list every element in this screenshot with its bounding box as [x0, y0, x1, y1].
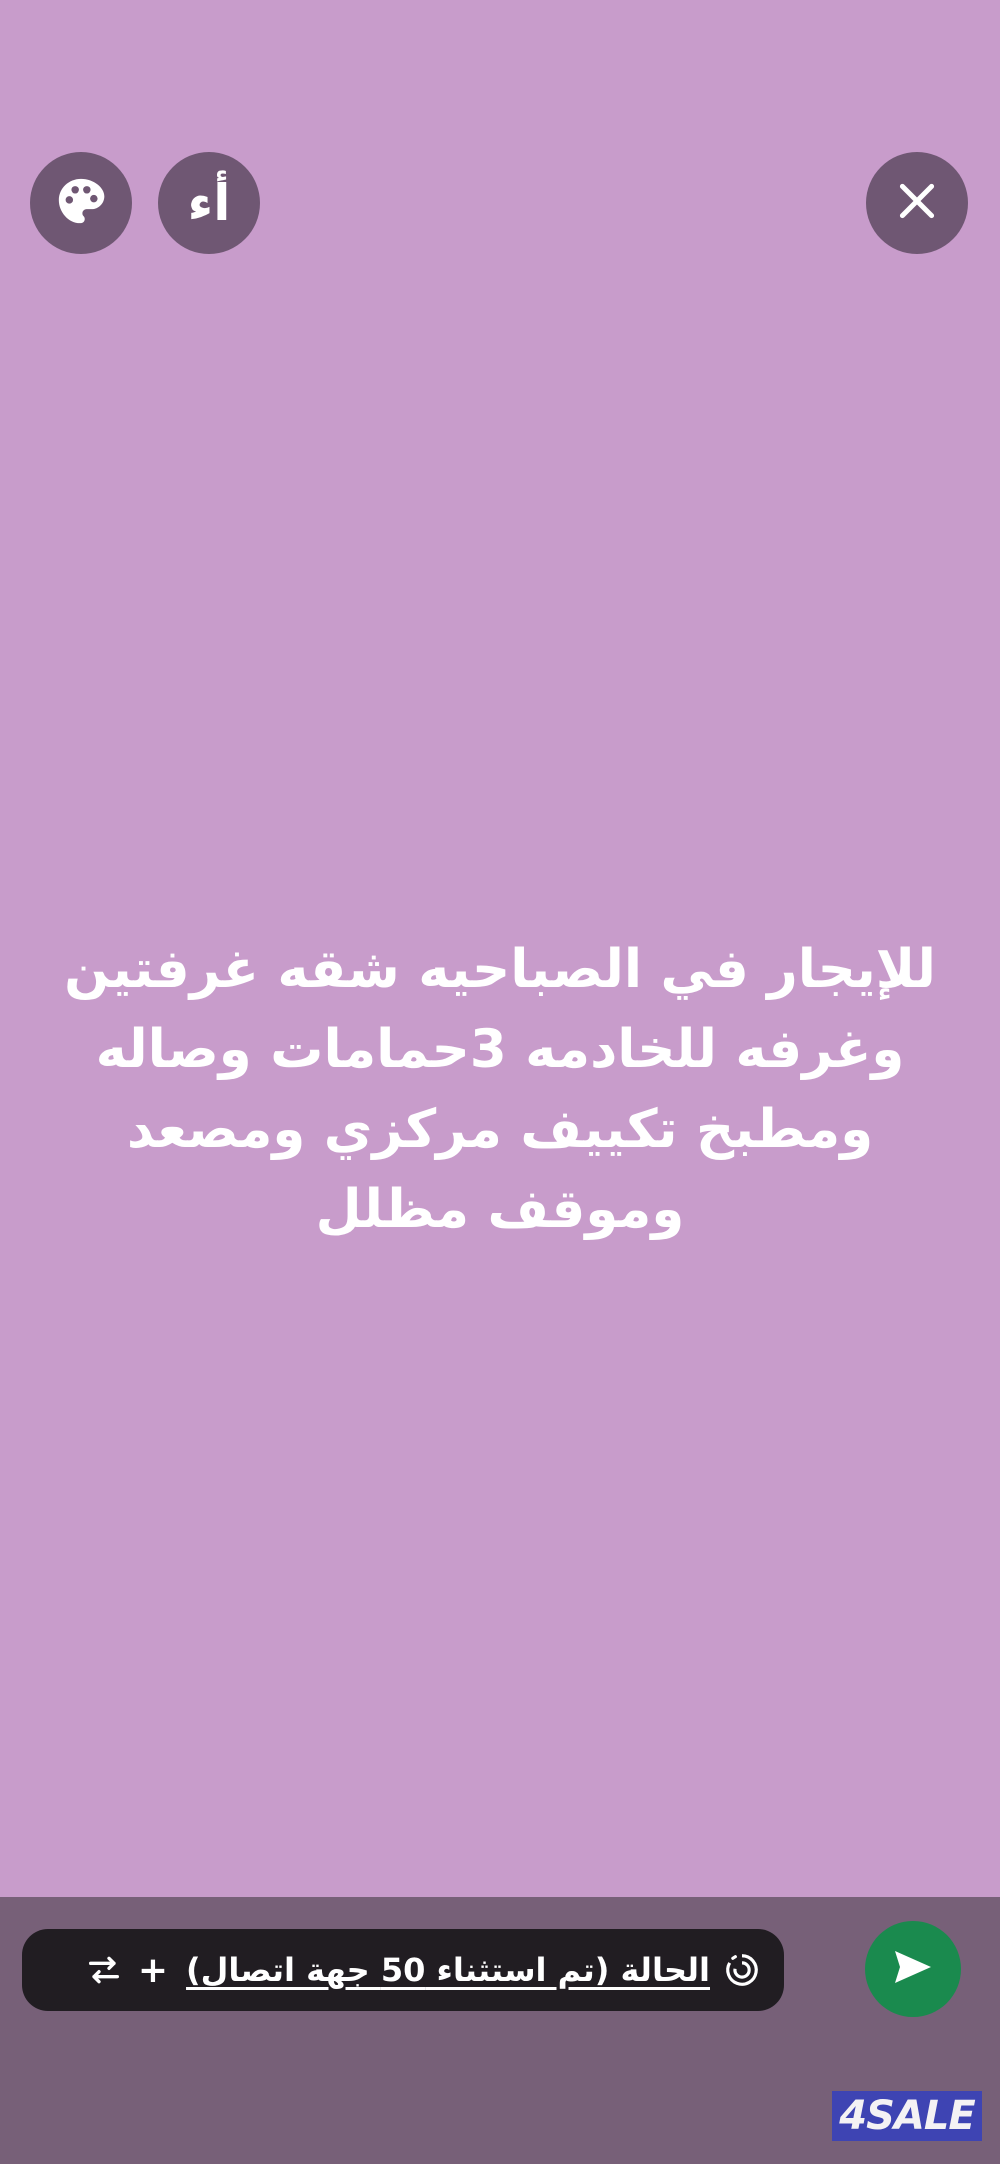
composer-bar: الحالة (تم استثناء 50 جهة اتصال) + 4SALE [0, 1897, 1000, 2164]
watermark-logo: 4SALE [832, 2091, 982, 2141]
status-ring-icon [722, 1950, 762, 1990]
status-text[interactable]: للإيجار في الصباحيه شقه غرفتين وغرفه للخ… [60, 930, 940, 1250]
audience-label: الحالة (تم استثناء 50 جهة اتصال) [186, 1951, 710, 1989]
font-style-button[interactable]: أء [158, 152, 260, 254]
add-audience-label: + [137, 1949, 169, 1991]
switch-arrows-icon [84, 1950, 124, 1990]
audience-selector[interactable]: الحالة (تم استثناء 50 جهة اتصال) + [22, 1929, 784, 2011]
status-canvas: أء للإيجار في الصباحيه شقه غرفتين وغرفه … [0, 0, 1000, 1897]
font-button-label: أء [187, 174, 231, 232]
close-button[interactable] [866, 152, 968, 254]
color-palette-button[interactable] [30, 152, 132, 254]
close-icon [892, 176, 942, 230]
send-icon [889, 1943, 937, 1995]
palette-icon [53, 173, 109, 233]
send-button[interactable] [865, 1921, 961, 2017]
